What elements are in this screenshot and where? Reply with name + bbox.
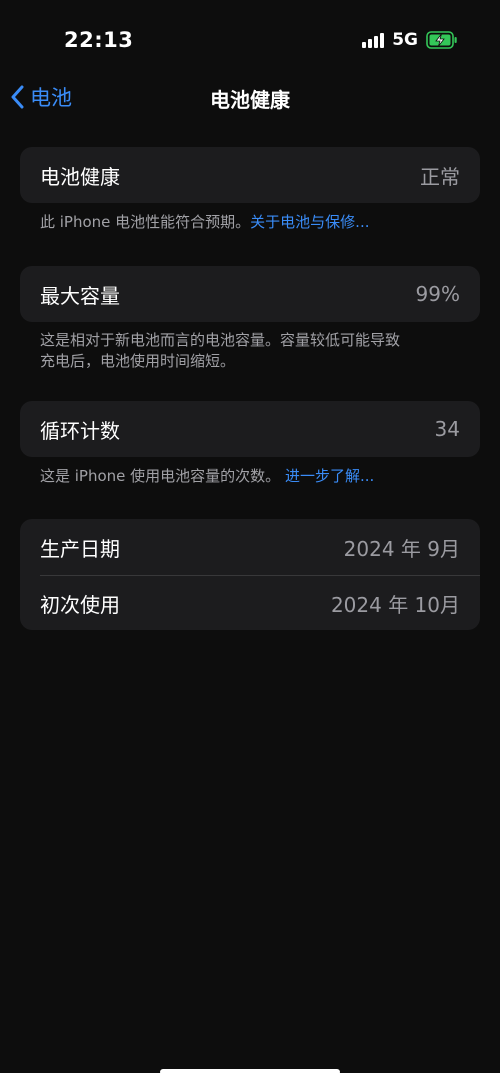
manufacture-date-value: 2024 年 9月 bbox=[343, 536, 460, 561]
cellular-signal-icon bbox=[362, 32, 385, 48]
battery-health-label: 电池健康 bbox=[40, 164, 120, 189]
battery-warranty-link[interactable]: 关于电池与保修... bbox=[250, 213, 369, 231]
status-indicators: 5G bbox=[362, 29, 458, 51]
max-capacity-footnote: 这是相对于新电池而言的电池容量。容量较低可能导致 充电后，电池使用时间缩短。 bbox=[40, 330, 440, 372]
learn-more-link[interactable]: 进一步了解... bbox=[285, 467, 374, 485]
max-capacity-label: 最大容量 bbox=[40, 283, 120, 308]
cycle-count-footnote: 这是 iPhone 使用电池容量的次数。 进一步了解... bbox=[40, 466, 440, 487]
battery-health-footnote: 此 iPhone 电池性能符合预期。关于电池与保修... bbox=[40, 212, 440, 233]
dates-card: 生产日期 2024 年 9月 初次使用 2024 年 10月 bbox=[20, 519, 480, 630]
cycle-count-label: 循环计数 bbox=[40, 418, 120, 443]
status-bar: 22:13 5G bbox=[0, 0, 500, 80]
max-capacity-footnote-line2: 充电后，电池使用时间缩短。 bbox=[40, 352, 236, 370]
network-type-label: 5G bbox=[392, 30, 418, 50]
max-capacity-value: 99% bbox=[415, 282, 460, 306]
cycle-count-value: 34 bbox=[434, 417, 460, 441]
status-time: 22:13 bbox=[64, 28, 134, 52]
home-indicator[interactable] bbox=[160, 1069, 340, 1073]
navigation-bar: 电池 电池健康 bbox=[0, 78, 500, 118]
max-capacity-footnote-line1: 这是相对于新电池而言的电池容量。容量较低可能导致 bbox=[40, 331, 401, 349]
max-capacity-row: 最大容量 99% bbox=[20, 266, 480, 322]
battery-charging-icon bbox=[426, 30, 458, 50]
max-capacity-card: 最大容量 99% bbox=[20, 266, 480, 322]
battery-health-footnote-text: 此 iPhone 电池性能符合预期。 bbox=[40, 213, 251, 231]
page-title: 电池健康 bbox=[210, 88, 290, 112]
manufacture-date-row: 生产日期 2024 年 9月 bbox=[20, 519, 480, 575]
battery-health-card: 电池健康 正常 bbox=[20, 147, 480, 203]
first-use-date-value: 2024 年 10月 bbox=[330, 592, 460, 617]
cycle-count-card: 循环计数 34 bbox=[20, 401, 480, 457]
first-use-date-row: 初次使用 2024 年 10月 bbox=[20, 576, 480, 630]
manufacture-date-label: 生产日期 bbox=[40, 536, 120, 561]
battery-health-row: 电池健康 正常 bbox=[20, 147, 480, 203]
cycle-count-row: 循环计数 34 bbox=[20, 401, 480, 457]
battery-health-value: 正常 bbox=[420, 164, 460, 189]
cycle-count-footnote-text: 这是 iPhone 使用电池容量的次数。 bbox=[40, 467, 281, 485]
first-use-date-label: 初次使用 bbox=[40, 592, 120, 617]
battery-health-screen: 22:13 5G 电池 电池健康 电池健康 正常 此 iPhone 电池性能符合… bbox=[0, 0, 500, 1073]
